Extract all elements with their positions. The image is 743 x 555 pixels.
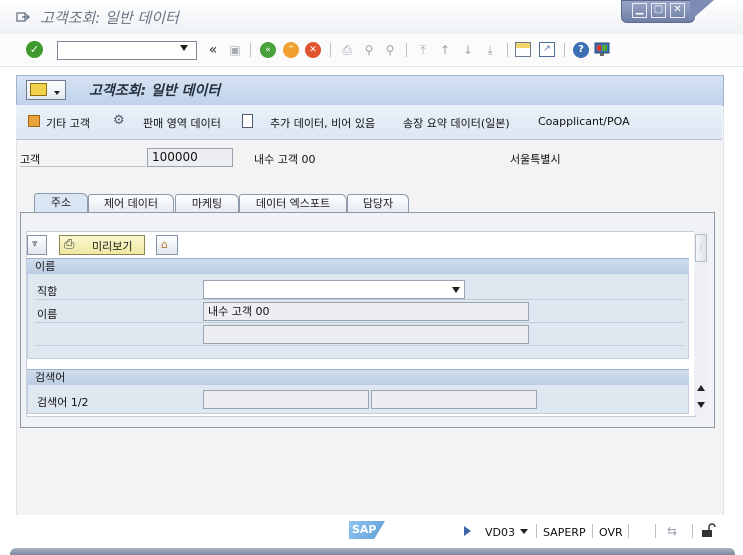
other-customer-icon [28,115,40,127]
tab-address[interactable]: 주소 [34,193,88,214]
window-controls-wing [690,0,714,21]
app-item-sales-area[interactable]: ⚙ 판매 영역 데이터 [113,113,233,130]
system-name: SAPERP [543,526,586,539]
print-icon[interactable]: ⎙ [338,41,356,59]
title-select[interactable] [203,280,465,299]
chevron-down-icon [54,91,60,95]
name-field[interactable]: 내수 고객 00 [203,302,529,321]
row-divider [35,299,683,300]
find-next-icon[interactable]: ⚲ [381,41,399,59]
toolbar-separator [250,43,251,57]
transaction-code: VD03 [485,526,515,539]
save-icon[interactable]: ▣ [226,41,244,59]
next-page-icon[interactable]: ↓ [459,41,477,59]
row-divider [35,322,683,323]
scroll-up-icon[interactable] [697,385,705,391]
sales-area-icon: ⚙ [113,113,125,128]
toolbar-separator [507,43,508,57]
command-field[interactable] [57,41,197,60]
customer-label: 고객 [20,153,41,166]
status-separator [536,524,537,538]
first-page-icon[interactable]: ⤒ [414,41,432,59]
menu-icon [30,83,47,96]
close-button[interactable]: ✕ [670,3,685,18]
tab-control-data[interactable]: 제어 데이터 [88,194,174,213]
status-separator [655,524,656,538]
settings-monitor-icon[interactable] [594,42,610,57]
last-page-icon[interactable]: ⤓ [481,41,499,59]
chevron-double-down-icon: ⩔ [32,238,38,249]
new-session-icon[interactable] [515,42,531,57]
search-term-2-field[interactable] [371,390,537,409]
connection-icon: ⇆ [667,524,678,538]
dropdown-arrow-icon[interactable] [180,45,188,51]
exit-orange-icon[interactable]: ⌃ [283,42,299,58]
international-icon: ⌂ [161,238,168,251]
search-term-label: 검색어 1/2 [37,396,89,409]
app-item-label: 추가 데이터, 비어 있음 [270,117,376,130]
search-term-1-field[interactable] [203,390,369,409]
name-group-header: 이름 [27,258,689,274]
help-icon[interactable]: ? [573,42,589,58]
customer-label-underline [20,166,146,167]
back-green-icon[interactable]: « [260,42,276,58]
tab-data-export[interactable]: 데이터 엑스포트 [239,194,347,213]
status-separator [628,524,629,538]
name2-field[interactable] [203,325,529,344]
status-separator [692,524,693,538]
shortcut-icon[interactable]: ↗ [539,42,555,57]
name-field-label: 이름 [37,308,58,321]
preview-button-label: 미리보기 [92,240,133,253]
menu-toggle-button[interactable] [26,80,66,100]
additional-data-icon [242,114,253,128]
app-item-label: 판매 영역 데이터 [143,117,221,130]
window-title: 고객조회: 일반 데이터 [40,9,179,27]
cancel-red-icon[interactable]: ✕ [305,42,321,58]
bottom-frame [10,548,735,555]
find-icon[interactable]: ⚲ [360,41,378,59]
transaction-dropdown-icon[interactable] [520,529,528,534]
expand-all-button[interactable]: ⩔ [27,235,47,255]
status-separator [592,524,593,538]
customer-city: 서울특별시 [510,153,561,166]
input-mode: OVR [599,526,623,539]
app-item-invoice-summary[interactable]: 송장 요약 데이터(일본) [403,115,510,131]
prev-page-icon[interactable]: ↑ [436,41,454,59]
status-expand-icon[interactable] [464,526,471,536]
app-item-label: 기타 고객 [46,117,90,130]
chevron-down-icon[interactable] [452,287,460,293]
window-menu-icon[interactable] [16,11,30,23]
scroll-down-icon[interactable] [697,402,705,408]
customer-name: 내수 고객 00 [254,153,316,166]
toolbar-separator [564,43,565,57]
title-field-label: 직함 [37,285,58,298]
app-item-coapplicant[interactable]: Coapplicant/POA [538,115,630,128]
page-title: 고객조회: 일반 데이터 [89,83,221,99]
printer-icon: ⎙ [64,237,75,252]
lock-icon[interactable] [700,523,716,538]
preview-button[interactable]: ⎙ 미리보기 [59,235,145,255]
toolbar-separator [406,43,407,57]
restore-button[interactable]: ▢ [651,3,666,18]
toolbar-separator [330,43,331,57]
scrollbar-thumb[interactable]: ⋮ [695,234,707,262]
search-group-header: 검색어 [27,369,689,385]
check-icon[interactable]: ✓ [26,41,43,58]
minimize-button[interactable]: ▁ [632,3,647,18]
tab-contact-person[interactable]: 담당자 [347,194,409,213]
customer-number-field[interactable]: 100000 [147,148,233,167]
international-versions-button[interactable]: ⌂ [156,235,178,255]
back-chevrons-icon[interactable]: « [204,41,222,59]
app-item-additional-data[interactable]: 추가 데이터, 비어 있음 [242,113,392,131]
row-divider [35,345,683,346]
tab-marketing[interactable]: 마케팅 [175,194,239,213]
